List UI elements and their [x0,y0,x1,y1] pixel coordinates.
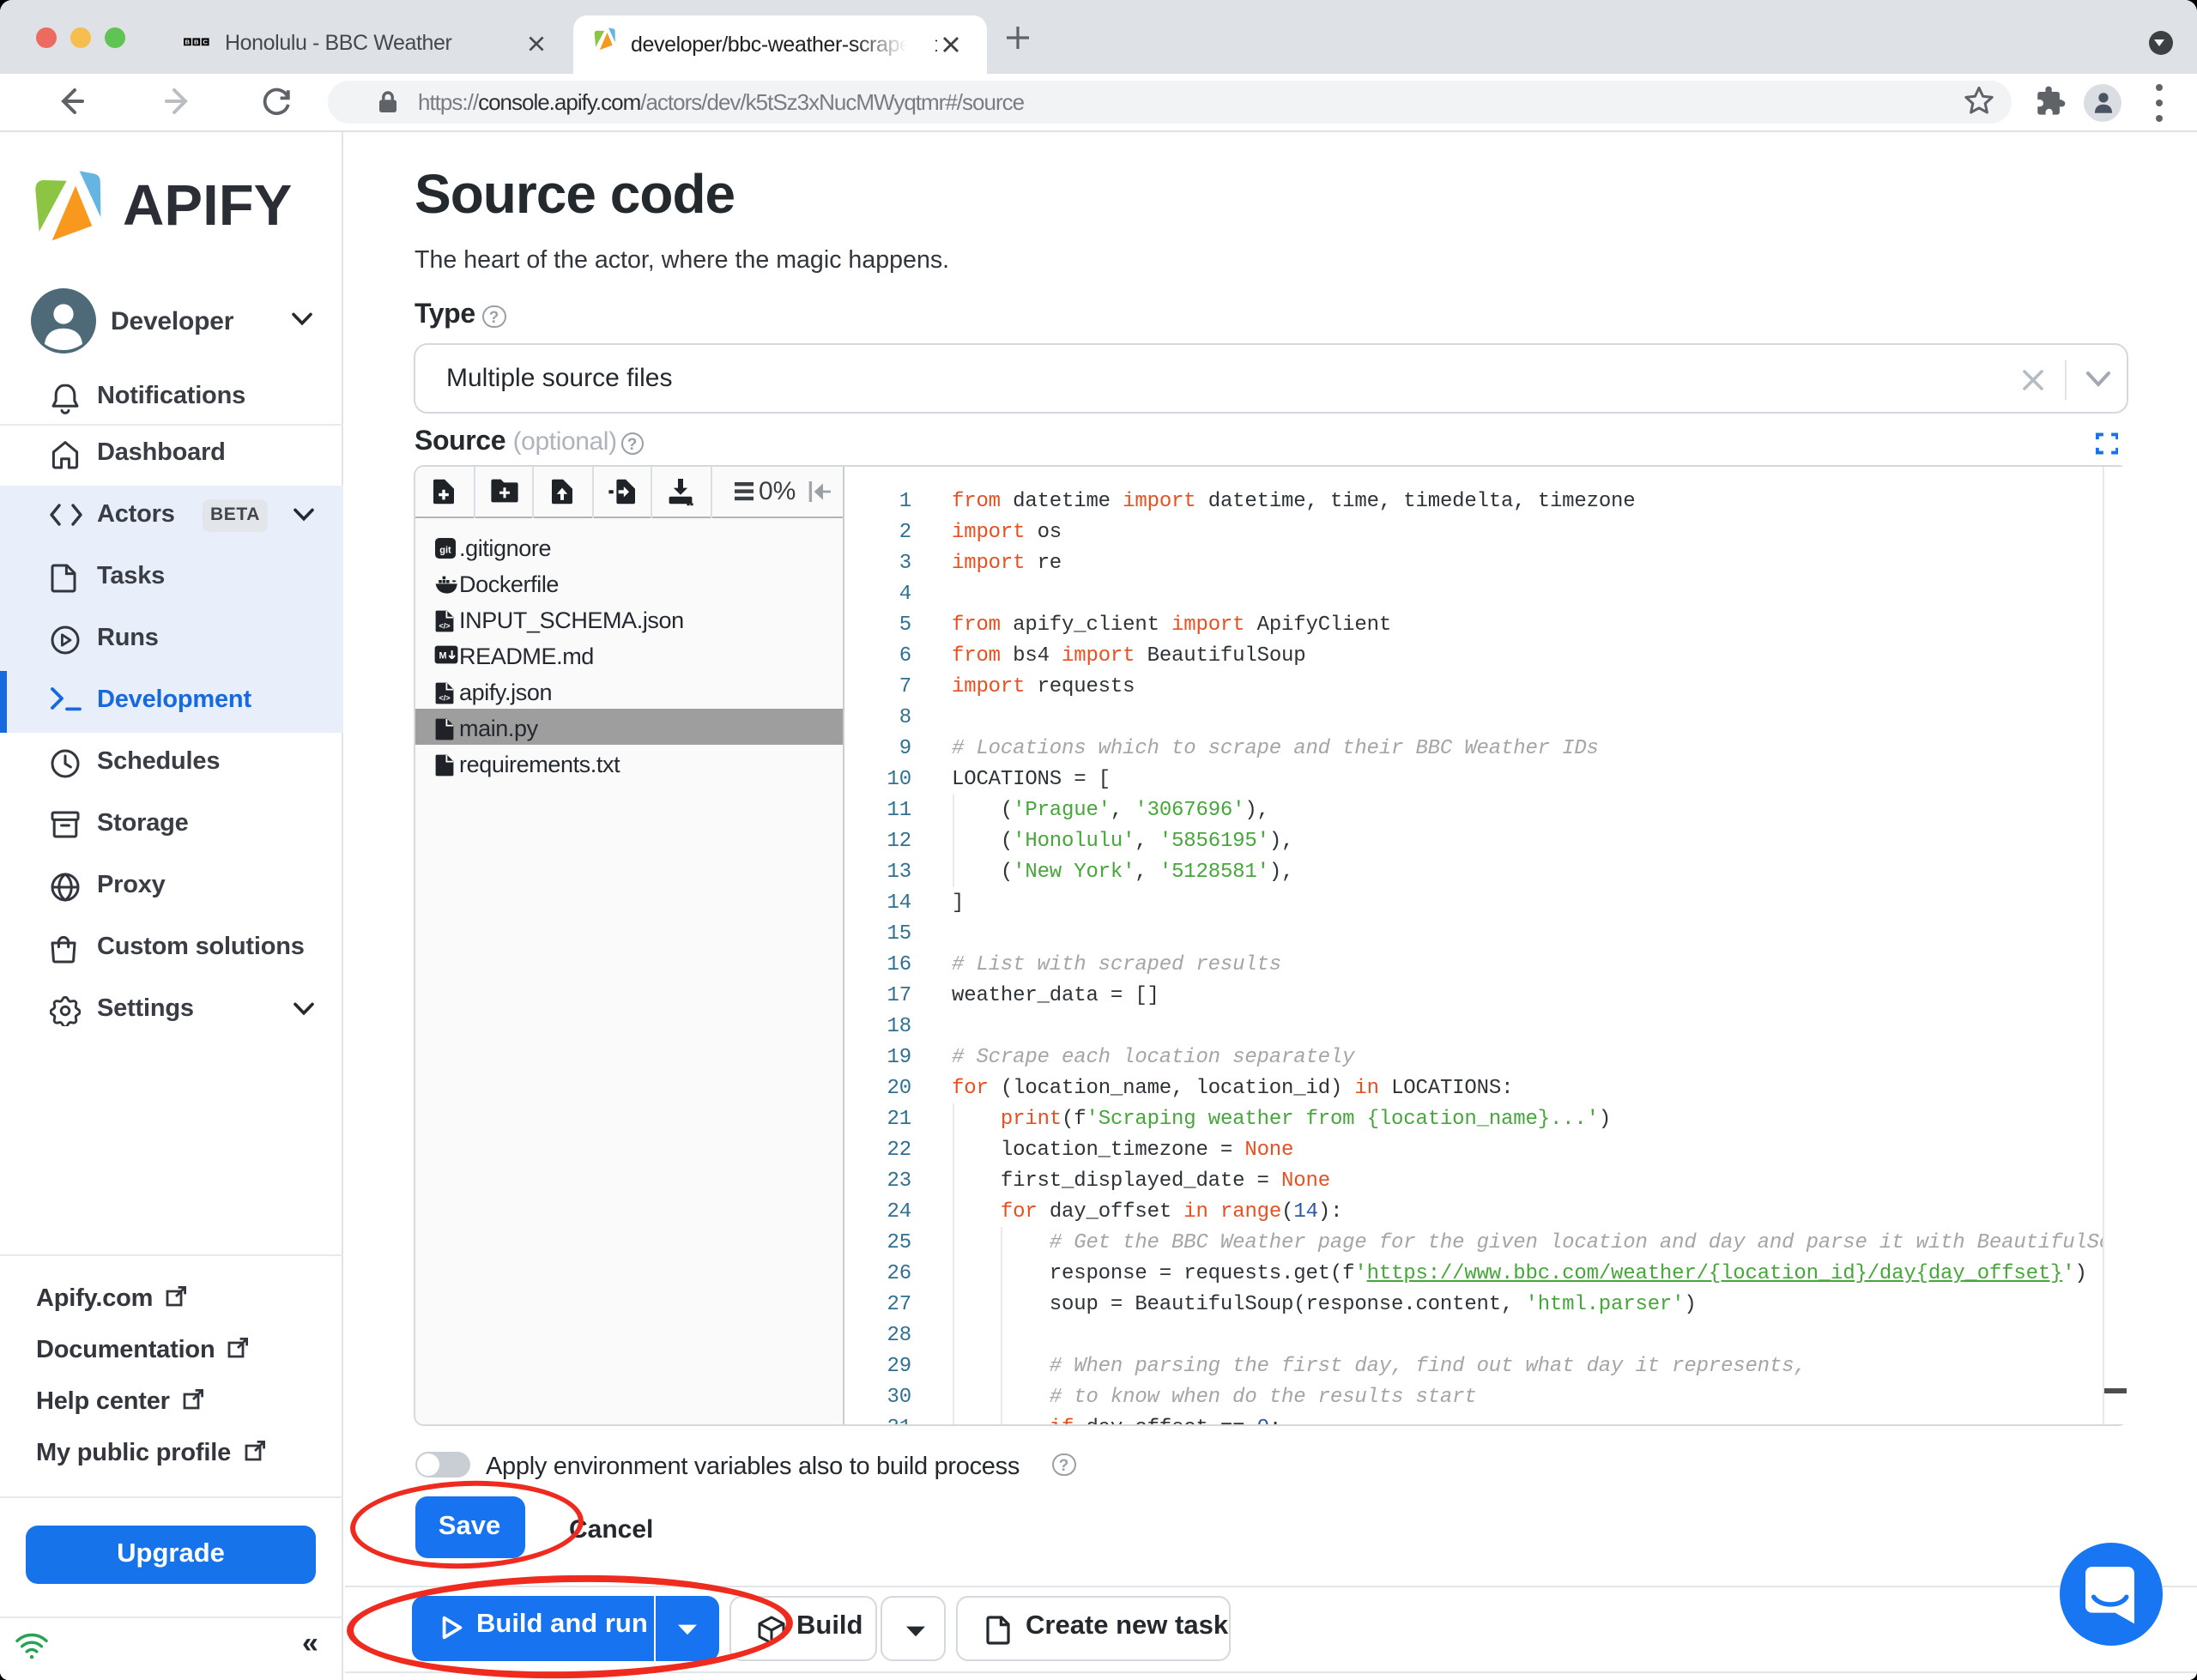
svg-text:</>: </> [438,621,449,630]
svg-text:C: C [202,38,207,45]
svg-text:git: git [439,546,451,556]
svg-text:</>: </> [438,693,449,702]
svg-text:M: M [439,651,446,662]
svg-text:B: B [193,38,198,45]
svg-text:B: B [185,38,190,45]
